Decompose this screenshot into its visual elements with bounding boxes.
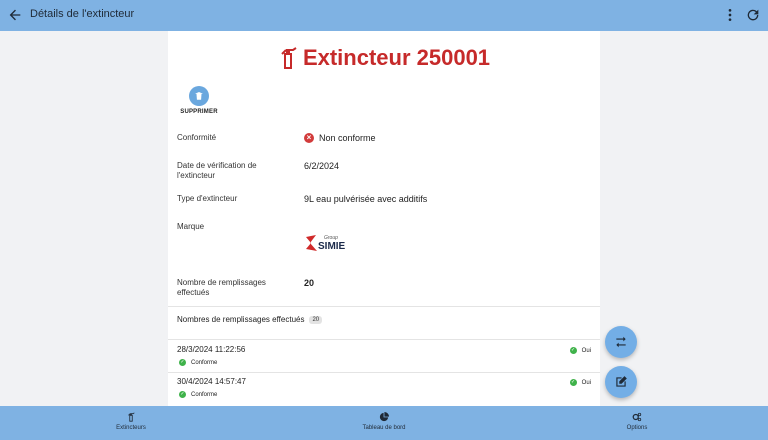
nav-item-extincteurs[interactable]: Extincteurs <box>81 412 181 431</box>
details-card: Extincteur 250001 SUPPRIMER Conformité ×… <box>168 31 600 406</box>
bottom-navigation: Extincteurs Tableau de bord Options <box>0 406 768 440</box>
brand-logo: Group SIMIE <box>304 232 350 256</box>
arrow-left-icon[interactable] <box>7 7 23 23</box>
check-circle-icon: ✓ <box>179 359 186 366</box>
edit-icon <box>616 376 627 387</box>
refill-status: ✓ Conforme <box>179 391 217 398</box>
pie-chart-icon <box>379 412 389 422</box>
delete-button[interactable]: SUPPRIMER <box>178 86 220 115</box>
refill-list-item[interactable]: 28/3/2024 11:22:56 ✓ Conforme ✓ Oui <box>168 339 600 372</box>
refill-count-value: 20 <box>304 278 315 288</box>
conformity-status: × Non conforme <box>304 133 376 143</box>
gears-icon <box>632 412 642 422</box>
refill-list-item[interactable]: 30/4/2024 14:57:47 ✓ Conforme ✓ Oui <box>168 371 600 404</box>
refill-status: ✓ Conforme <box>179 359 217 366</box>
detail-label: Nombre de remplissages effectués <box>177 278 266 297</box>
refill-flag: ✓ Oui <box>569 347 591 354</box>
nav-label: Options <box>626 425 648 431</box>
swap-icon <box>616 336 626 348</box>
svg-text:SIMIE: SIMIE <box>318 241 346 252</box>
more-vertical-icon[interactable] <box>722 7 738 23</box>
check-circle-icon: ✓ <box>179 391 186 398</box>
detail-label: Conformité <box>177 133 217 142</box>
fire-extinguisher-icon <box>128 412 135 422</box>
check-circle-icon: ✓ <box>569 347 577 354</box>
detail-label: Date de vérification de l'extincteur <box>177 161 257 180</box>
nav-item-options[interactable]: Options <box>587 412 687 431</box>
refill-datetime: 30/4/2024 14:57:47 <box>177 377 246 386</box>
detail-row-date: Date de vérification de l'extincteur 6/2… <box>177 161 591 183</box>
conformity-value: Non conforme <box>319 133 376 143</box>
check-circle-icon: ✓ <box>569 379 577 386</box>
detail-row-type: Type d'extincteur 9L eau pulvérisée avec… <box>177 194 591 208</box>
refill-flag-label: Oui <box>581 347 591 354</box>
top-app-bar: Détails de l'extincteur <box>0 0 768 31</box>
refill-datetime: 28/3/2024 11:22:56 <box>177 345 246 354</box>
refill-count-badge: 20 <box>309 315 323 324</box>
fire-extinguisher-icon <box>281 47 297 69</box>
refill-section-header: Nombres de remplissages effectués 20 <box>177 315 323 324</box>
detail-row-refill-count: Nombre de remplissages effectués 20 <box>177 278 591 300</box>
refill-section-title: Nombres de remplissages effectués <box>177 315 305 324</box>
extinguisher-title: Extincteur 250001 <box>302 45 491 70</box>
trash-icon <box>195 92 203 100</box>
nav-item-dashboard[interactable]: Tableau de bord <box>334 412 434 431</box>
refill-status-label: Conforme <box>191 359 218 366</box>
refresh-icon[interactable] <box>745 7 761 23</box>
detail-row-brand: Marque Group SIMIE <box>177 222 591 258</box>
delete-circle[interactable] <box>189 86 209 106</box>
extinguisher-type: 9L eau pulvérisée avec additifs <box>304 194 428 204</box>
page-title: Détails de l'extincteur <box>30 8 135 20</box>
delete-label: SUPPRIMER <box>180 109 218 115</box>
nav-label: Extincteurs <box>116 425 146 431</box>
error-circle-icon: × <box>304 133 314 143</box>
detail-label: Marque <box>177 222 205 231</box>
divider <box>168 306 600 307</box>
nav-label: Tableau de bord <box>362 425 406 431</box>
refill-status-label: Conforme <box>191 391 218 398</box>
detail-row-conformite: Conformité × Non conforme <box>177 133 591 147</box>
refill-flag: ✓ Oui <box>569 379 591 386</box>
extinguisher-heading: Extincteur 250001 <box>168 45 600 71</box>
swap-button[interactable] <box>605 326 637 358</box>
verification-date: 6/2/2024 <box>304 161 340 171</box>
edit-button[interactable] <box>605 366 637 398</box>
simie-logo: Group SIMIE <box>306 235 346 252</box>
detail-label: Type d'extincteur <box>177 194 238 203</box>
refill-flag-label: Oui <box>581 379 591 386</box>
